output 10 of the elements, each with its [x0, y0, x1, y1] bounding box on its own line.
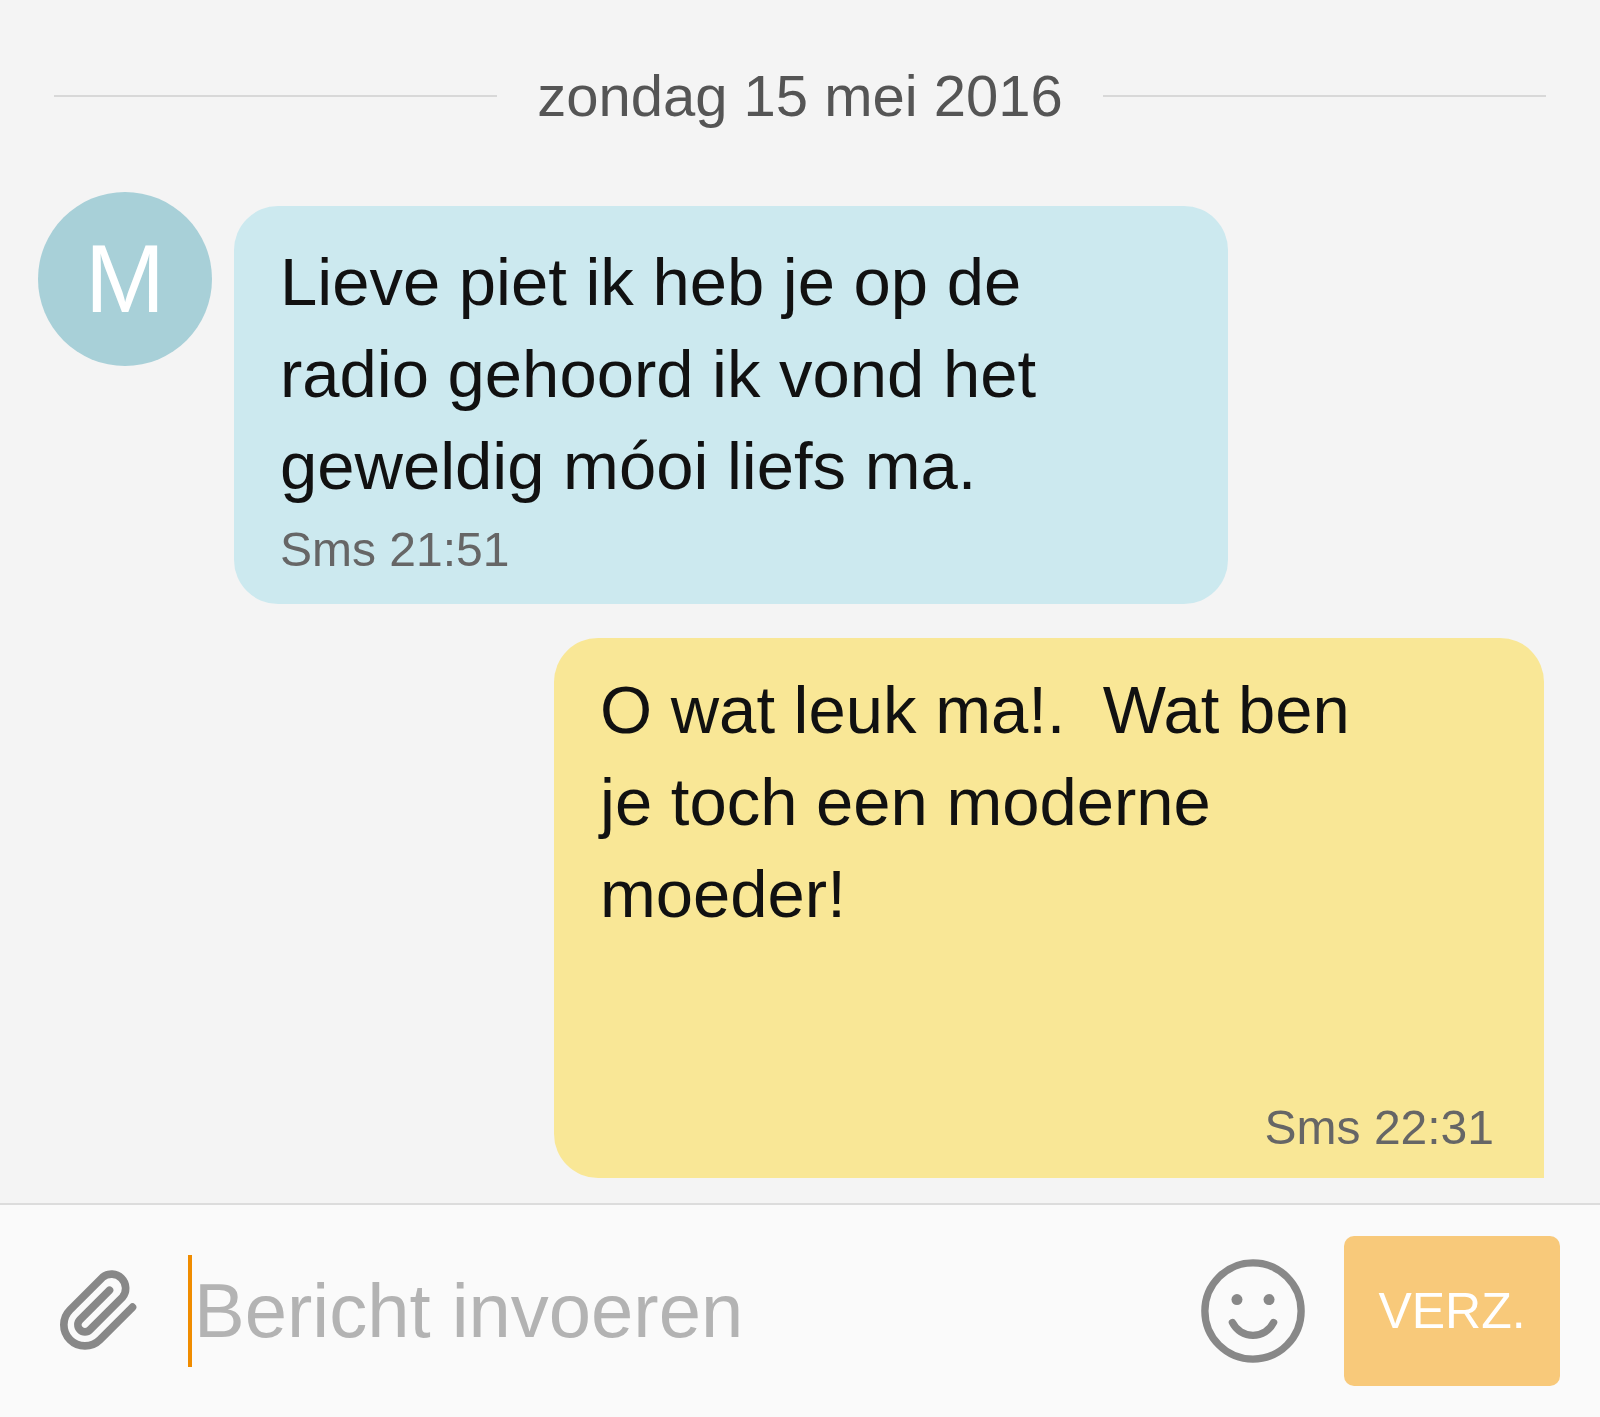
date-divider: zondag 15 mei 2016 [537, 62, 1063, 130]
message-text: O wat leuk ma!. Wat ben je toch een moderne moeder! [600, 671, 1351, 933]
avatar: M [38, 192, 212, 366]
composer-bar[interactable]: Bericht invoeren VERZ. [0, 1203, 1600, 1417]
message-text: Lieve piet ik heb je op de radio gehoord ik vond het geweldig móoi liefs ma. [280, 243, 1038, 505]
smiley-icon[interactable] [1198, 1256, 1308, 1366]
message-meta: Sms 21:51 [280, 522, 510, 578]
send-button[interactable]: VERZ. [1344, 1236, 1560, 1386]
message-input[interactable]: Bericht invoeren [192, 1254, 1198, 1368]
message-meta: Sms 22:31 [1264, 1100, 1494, 1156]
